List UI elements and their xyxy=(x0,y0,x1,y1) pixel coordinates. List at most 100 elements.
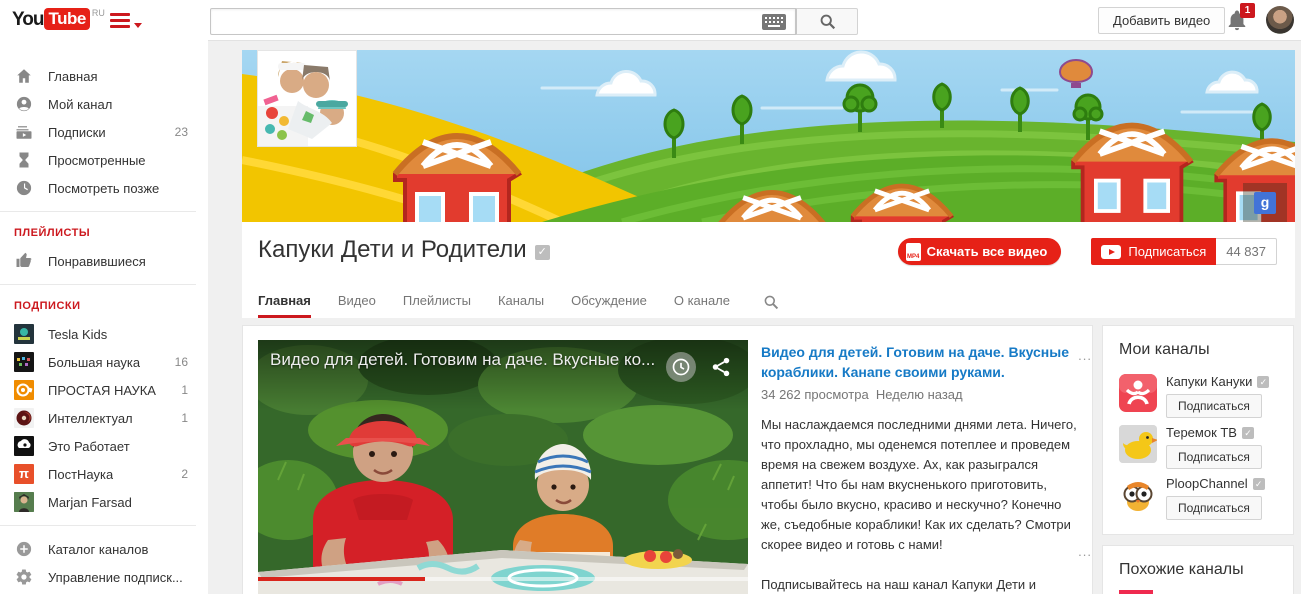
video-player-thumbnail[interactable]: Видео для детей. Готовим на даче. Вкусны… xyxy=(258,340,748,594)
sidebar-item-label: Понравившиеся xyxy=(48,253,146,269)
feed-item-menu-dots[interactable]: ... xyxy=(1078,348,1092,363)
teremok-tv-avatar[interactable] xyxy=(1119,425,1157,463)
divider xyxy=(0,284,196,285)
channel-name[interactable]: PloopChannel ✓ xyxy=(1166,476,1265,491)
notifications-button[interactable]: 1 xyxy=(1226,3,1256,36)
channel-search-icon[interactable] xyxy=(763,294,779,310)
watch-later-icon[interactable] xyxy=(666,352,696,382)
hourglass-icon xyxy=(14,150,34,170)
youtube-play-icon xyxy=(1101,244,1122,259)
add-video-button[interactable]: Добавить видео xyxy=(1098,7,1226,34)
verified-badge-icon: ✓ xyxy=(1252,477,1265,490)
hamburger-icon xyxy=(110,13,130,31)
subscription-tesla-kids[interactable]: Tesla Kids xyxy=(0,320,208,348)
channel-banner-art xyxy=(242,50,1295,222)
sidebar-item-manage-subscriptions[interactable]: Управление подписк... xyxy=(0,563,208,591)
sidebar-item-label: Просмотренные xyxy=(48,152,146,168)
divider xyxy=(0,211,196,212)
subscription-intellektual[interactable]: Интеллектуал 1 xyxy=(0,404,208,432)
search-input[interactable] xyxy=(210,8,796,35)
video-description-2: Подписывайтесь на наш канал Капуки Дети … xyxy=(761,577,1037,592)
channel-thumbnail xyxy=(14,380,34,400)
sidebar-item-watch-later[interactable]: Посмотреть позже xyxy=(0,174,208,202)
search-area xyxy=(210,8,858,35)
subscriber-count: 44 837 xyxy=(1216,238,1277,265)
tab-discussion[interactable]: Обсуждение xyxy=(571,286,647,318)
subscription-marjan-farsad[interactable]: Marjan Farsad xyxy=(0,488,208,516)
subscriptions-icon xyxy=(14,122,34,142)
search-button[interactable] xyxy=(796,8,858,35)
plus-circle-icon xyxy=(14,539,34,559)
my-channels-title: Мои каналы xyxy=(1119,341,1210,358)
google-plus-link[interactable]: g xyxy=(1243,183,1287,222)
kapuki-kanuki-avatar[interactable] xyxy=(1119,374,1157,412)
sidebar-item-label: Подписки xyxy=(48,124,106,140)
subscribe-button-small[interactable]: Подписаться xyxy=(1166,496,1262,520)
sidebar-item-liked[interactable]: Понравившиеся xyxy=(0,247,208,275)
sidebar-item-label: Мой канал xyxy=(48,96,113,112)
account-avatar[interactable] xyxy=(1266,6,1294,34)
download-all-videos-button[interactable]: MP4 Скачать все видео xyxy=(897,238,1062,265)
notification-badge: 1 xyxy=(1240,3,1255,18)
channel-thumbnail xyxy=(14,436,34,456)
search-icon xyxy=(820,14,835,30)
my-channels-card: Мои каналы Капуки Кануки ✓ Подписаться Т… xyxy=(1102,325,1294,535)
channel-name[interactable]: Теремок ТВ ✓ xyxy=(1166,425,1262,440)
channel-title: Капуки Дети и Родители xyxy=(258,236,527,263)
sidebar-item-subscriptions[interactable]: Подписки 23 xyxy=(0,118,208,146)
subscribe-button[interactable]: Подписаться xyxy=(1091,238,1217,265)
sidebar-item-label: Главная xyxy=(48,68,98,84)
keyboard-icon[interactable] xyxy=(762,14,786,30)
subscribe-button-small[interactable]: Подписаться xyxy=(1166,445,1262,469)
tab-playlists[interactable]: Плейлисты xyxy=(403,286,471,318)
sidebar-item-home[interactable]: Главная xyxy=(0,62,208,90)
related-channel-thumbnail[interactable] xyxy=(1119,590,1153,594)
tab-about[interactable]: О канале xyxy=(674,286,730,318)
clock-icon xyxy=(14,178,34,198)
my-channel-row: Теремок ТВ ✓ Подписаться xyxy=(1119,425,1289,469)
google-plus-icon: g xyxy=(1254,191,1276,214)
share-icon[interactable] xyxy=(706,352,736,382)
tab-channels[interactable]: Каналы xyxy=(498,286,544,318)
channel-thumbnail xyxy=(14,492,34,512)
subscription-postnauka[interactable]: π ПостНаука 2 xyxy=(0,460,208,488)
youtube-logo[interactable]: You Tube RU xyxy=(12,8,105,32)
subscription-prostaya-nauka[interactable]: ПРОСТАЯ НАУКА 1 xyxy=(0,376,208,404)
thumb-up-icon xyxy=(14,251,34,271)
subscription-eto-rabotaet[interactable]: Это Работает xyxy=(0,432,208,460)
tab-home[interactable]: Главная xyxy=(258,286,311,318)
video-title-link[interactable]: Видео для детей. Готовим на даче. Вкусны… xyxy=(761,342,1079,382)
divider xyxy=(0,525,196,526)
channel-name[interactable]: Капуки Кануки ✓ xyxy=(1166,374,1270,389)
video-progress-bar[interactable] xyxy=(258,577,748,581)
feed-card: Видео для детей. Готовим на даче. Вкусны… xyxy=(242,325,1093,594)
top-bar: You Tube RU Добавить видео 1 xyxy=(0,0,1301,40)
subscription-bolshaya-nauka[interactable]: Большая наука 16 xyxy=(0,348,208,376)
feed-video-details: Видео для детей. Готовим на даче. Вкусны… xyxy=(761,342,1079,594)
sidebar-item-history[interactable]: Просмотренные xyxy=(0,146,208,174)
sidebar-item-browse-channels[interactable]: Каталог каналов xyxy=(0,535,208,563)
related-channels-title: Похожие каналы xyxy=(1119,561,1244,578)
subscriptions-header: ПОДПИСКИ xyxy=(14,300,81,312)
logo-country: RU xyxy=(91,8,105,18)
subscribe-button-small[interactable]: Подписаться xyxy=(1166,394,1262,418)
logo-you: You xyxy=(12,9,45,30)
home-icon xyxy=(14,66,34,86)
view-count: 34 262 просмотра xyxy=(761,387,869,402)
channel-thumbnail xyxy=(14,408,34,428)
channel-thumbnail xyxy=(14,324,34,344)
upload-date: Неделю назад xyxy=(875,387,963,402)
channel-avatar[interactable] xyxy=(257,50,357,147)
playlists-header: ПЛЕЙЛИСТЫ xyxy=(14,227,91,239)
verified-badge-icon: ✓ xyxy=(1241,426,1254,439)
tab-videos[interactable]: Видео xyxy=(338,286,376,318)
verified-badge-icon: ✓ xyxy=(534,244,550,260)
sidebar-item-my-channel[interactable]: Мой канал xyxy=(0,90,208,118)
ploopchannel-avatar[interactable] xyxy=(1119,476,1157,514)
chevron-down-icon xyxy=(134,22,142,28)
logo-tube: Tube xyxy=(44,8,90,30)
guide-menu-button[interactable] xyxy=(110,13,142,31)
sidebar-item-label: Посмотреть позже xyxy=(48,180,160,196)
channel-tabs: Главная Видео Плейлисты Каналы Обсуждени… xyxy=(258,286,1279,318)
channel-thumbnail xyxy=(14,352,34,372)
